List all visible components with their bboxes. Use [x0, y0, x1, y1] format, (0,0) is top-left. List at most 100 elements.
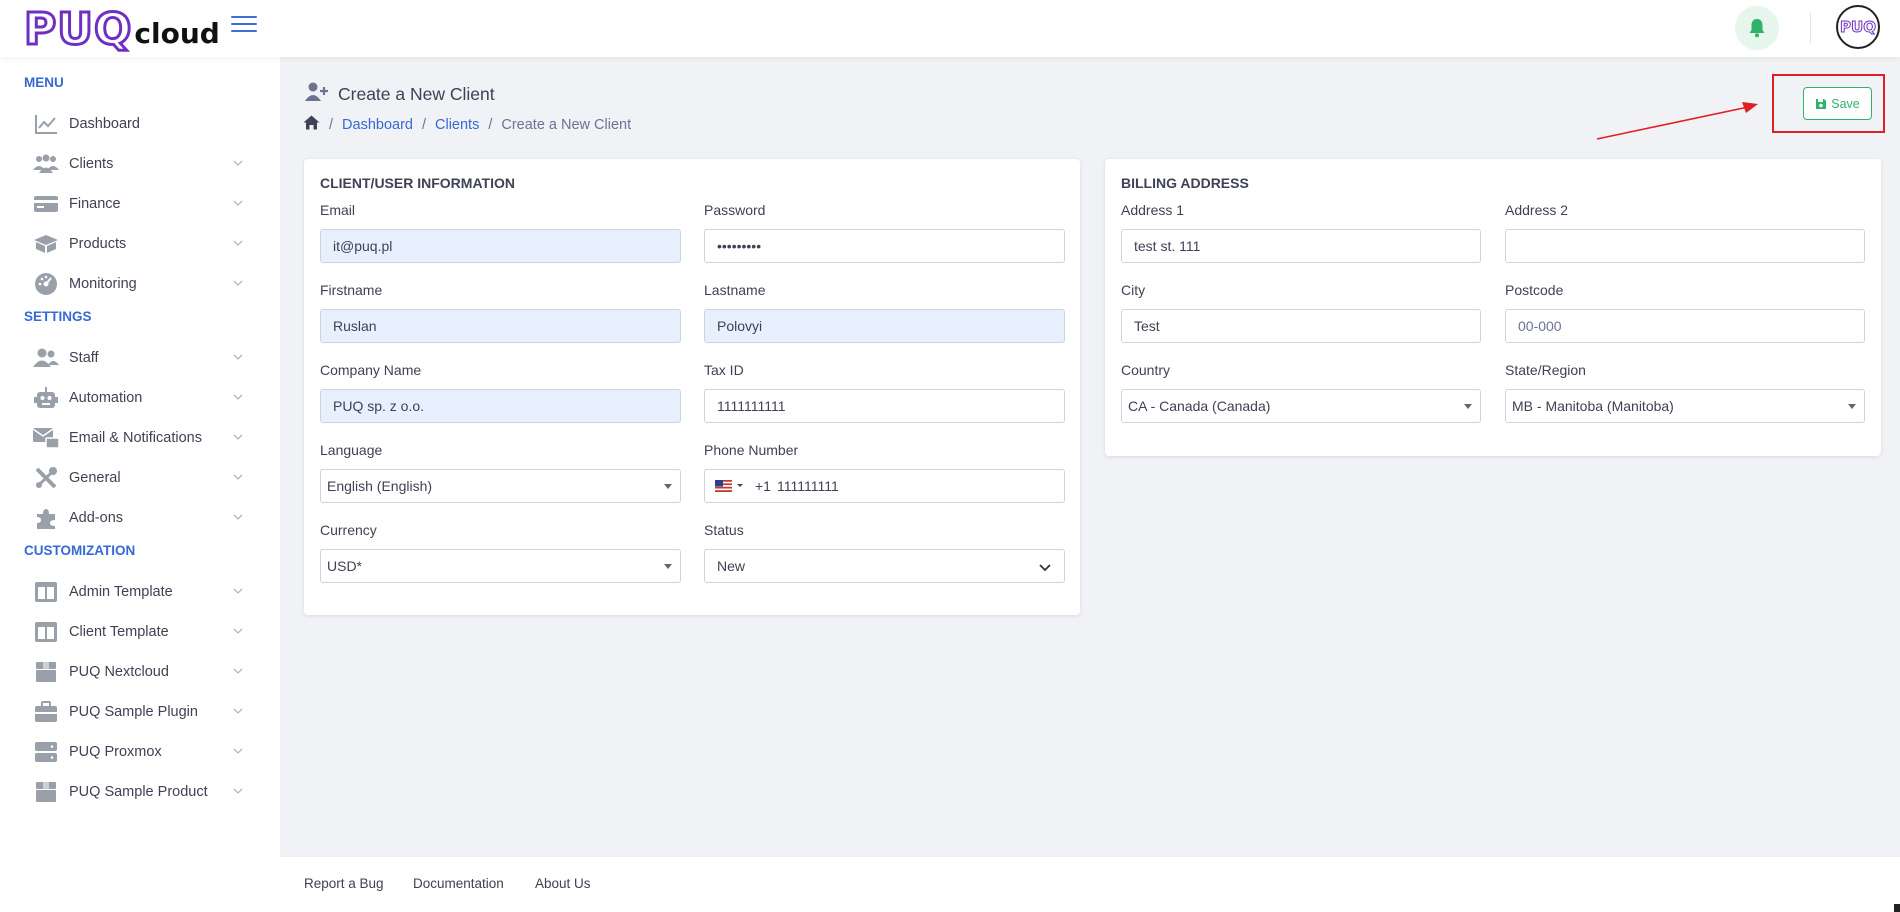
country-select-value: CA - Canada (Canada)	[1128, 398, 1271, 414]
taxid-field[interactable]: 1111111111	[704, 389, 1065, 423]
select-caret-icon	[1464, 404, 1472, 409]
sidebar-item-clients[interactable]: Clients	[0, 144, 280, 184]
credit-card-icon	[32, 192, 60, 216]
currency-select[interactable]: USD*	[320, 549, 681, 583]
address2-field[interactable]	[1505, 229, 1865, 263]
footer: Report a Bug Documentation About Us	[280, 856, 1900, 912]
sidebar-item-admin-template[interactable]: Admin Template	[0, 572, 280, 612]
language-select[interactable]: English (English)	[320, 469, 681, 503]
state-select-value: MB - Manitoba (Manitoba)	[1512, 398, 1674, 414]
sidebar-item-add-ons[interactable]: Add-ons	[0, 498, 280, 538]
sidebar-item-dashboard[interactable]: Dashboard	[0, 104, 280, 144]
page-title-text: Create a New Client	[338, 84, 495, 104]
status-select[interactable]: New	[704, 549, 1065, 583]
floppy-disk-icon	[1815, 98, 1827, 110]
password-field[interactable]: •••••••••	[704, 229, 1065, 263]
state-label: State/Region	[1505, 362, 1586, 378]
sidebar-item-puq-sample-plugin[interactable]: PUQ Sample Plugin	[0, 692, 280, 732]
address2-label: Address 2	[1505, 202, 1569, 218]
sidebar-item-general[interactable]: General	[0, 458, 280, 498]
top-bar: PUQ cloud PUQ	[0, 0, 1900, 57]
language-label: Language	[320, 442, 383, 458]
country-select[interactable]: CA - Canada (Canada)	[1121, 389, 1481, 423]
chevron-down-icon	[233, 200, 243, 206]
save-button[interactable]: Save	[1803, 87, 1872, 120]
footer-about-link[interactable]: About Us	[535, 876, 591, 891]
breadcrumb-clients-link[interactable]: Clients	[435, 117, 479, 133]
sidebar-item-client-template[interactable]: Client Template	[0, 612, 280, 652]
chevron-down-icon	[233, 788, 243, 794]
sidebar-item-label: Products	[69, 236, 127, 252]
layout-icon	[32, 580, 60, 604]
billing-title: BILLING ADDRESS	[1121, 175, 1249, 191]
sidebar-item-puq-nextcloud[interactable]: PUQ Nextcloud	[0, 652, 280, 692]
sidebar-item-email-notifications[interactable]: Email & Notifications	[0, 418, 280, 458]
company-field[interactable]: PUQ sp. z o.o.	[320, 389, 681, 423]
state-select[interactable]: MB - Manitoba (Manitoba)	[1505, 389, 1865, 423]
sidebar-item-label: Dashboard	[69, 116, 140, 132]
sidebar-item-products[interactable]: Products	[0, 224, 280, 264]
breadcrumb-dashboard-link[interactable]: Dashboard	[342, 117, 413, 133]
us-flag-icon[interactable]	[715, 480, 745, 492]
breadcrumb-separator: /	[329, 116, 334, 133]
notifications-bell-icon[interactable]	[1735, 6, 1779, 50]
server-icon	[32, 740, 60, 764]
address1-field[interactable]: test st. 111	[1121, 229, 1481, 263]
annotation-arrow	[1596, 102, 1758, 140]
phone-field[interactable]: +1 111111111	[704, 469, 1065, 503]
chevron-down-icon	[233, 354, 243, 360]
footer-report-bug-link[interactable]: Report a Bug	[304, 876, 384, 891]
avatar[interactable]: PUQ	[1836, 5, 1880, 49]
billing-address-card: BILLING ADDRESS Address 1 test st. 111 A…	[1105, 159, 1881, 456]
logo[interactable]: PUQ cloud	[22, 4, 219, 53]
box-icon	[32, 780, 60, 804]
sidebar-item-label: General	[69, 470, 121, 486]
sidebar-item-automation[interactable]: Automation	[0, 378, 280, 418]
address1-label: Address 1	[1121, 202, 1185, 218]
language-select-value: English (English)	[327, 478, 433, 494]
city-field[interactable]: Test	[1121, 309, 1481, 343]
postcode-label: Postcode	[1505, 282, 1564, 298]
sidebar-item-label: Automation	[69, 390, 143, 406]
taxid-label: Tax ID	[704, 362, 744, 378]
layout-icon	[32, 620, 60, 644]
chevron-down-icon	[233, 474, 243, 480]
sidebar-item-puq-proxmox[interactable]: PUQ Proxmox	[0, 732, 280, 772]
chevron-down-icon	[233, 240, 243, 246]
chevron-down-icon	[233, 748, 243, 754]
sidebar-item-staff[interactable]: Staff	[0, 338, 280, 378]
sidebar-item-puq-sample-product[interactable]: PUQ Sample Product	[0, 772, 280, 812]
sidebar-item-monitoring[interactable]: Monitoring	[0, 264, 280, 304]
password-label: Password	[704, 202, 766, 218]
menu-toggle-icon[interactable]	[231, 16, 257, 34]
chevron-down-icon	[233, 280, 243, 286]
chevron-down-icon	[233, 160, 243, 166]
firstname-field[interactable]: Ruslan	[320, 309, 681, 343]
lastname-field[interactable]: Polovyi	[704, 309, 1065, 343]
footer-documentation-link[interactable]: Documentation	[413, 876, 504, 891]
chevron-down-icon	[233, 394, 243, 400]
currency-select-value: USD*	[327, 558, 363, 574]
page-title: Create a New Client	[304, 82, 495, 107]
client-info-title: CLIENT/USER INFORMATION	[320, 175, 515, 191]
gauge-icon	[32, 272, 60, 296]
sidebar-item-finance[interactable]: Finance	[0, 184, 280, 224]
country-label: Country	[1121, 362, 1171, 378]
chevron-down-icon	[233, 668, 243, 674]
postcode-field[interactable]: 00-000	[1505, 309, 1865, 343]
email-field[interactable]: it@puq.pl	[320, 229, 681, 263]
home-icon[interactable]	[303, 115, 320, 134]
sidebar-section-menu: MENU	[24, 75, 64, 90]
lastname-label: Lastname	[704, 282, 766, 298]
sidebar-item-label: Email & Notifications	[69, 430, 202, 446]
currency-label: Currency	[320, 522, 377, 538]
sidebar-item-label: Finance	[69, 196, 121, 212]
company-label: Company Name	[320, 362, 422, 378]
select-caret-icon	[664, 564, 672, 569]
phone-label: Phone Number	[704, 442, 799, 458]
box-icon	[32, 660, 60, 684]
sidebar-item-label: Staff	[69, 350, 99, 366]
chevron-down-icon	[233, 708, 243, 714]
sidebar-item-label: PUQ Proxmox	[69, 744, 162, 760]
save-button-label: Save	[1831, 96, 1860, 111]
